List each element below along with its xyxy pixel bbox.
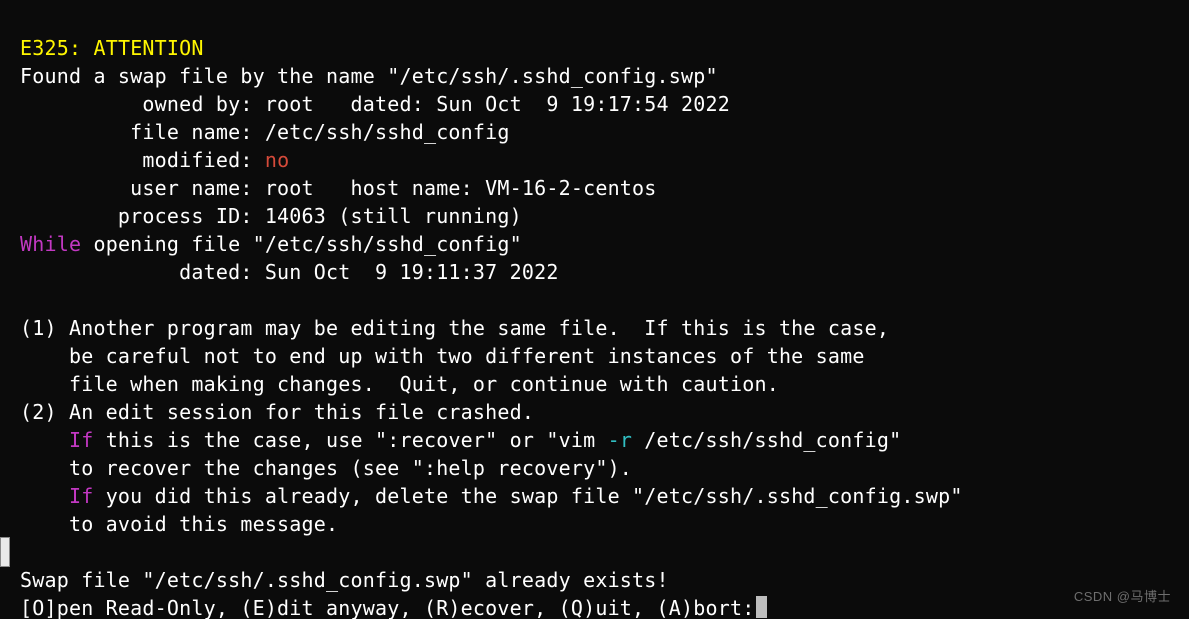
swap-exists-line: Swap file "/etc/ssh/.sshd_config.swp" al… — [20, 568, 669, 592]
reason-2-line-c: to recover the changes (see ":help recov… — [20, 456, 632, 480]
reason-2-line-d: you did this already, delete the swap fi… — [93, 484, 962, 508]
owned-by-line: owned by: root dated: Sun Oct 9 19:17:54… — [20, 92, 730, 116]
watermark-text: CSDN @马博士 — [1074, 583, 1171, 611]
if-keyword-2: If — [69, 484, 93, 508]
process-id-line: process ID: 14063 (still running) — [20, 204, 522, 228]
reason-1-line-a: (1) Another program may be editing the s… — [20, 316, 889, 340]
reason-1-line-c: file when making changes. Quit, or conti… — [20, 372, 779, 396]
vim-swap-warning-terminal[interactable]: E325: ATTENTION Found a swap file by the… — [0, 0, 1189, 619]
reason-2-mid: this is the case, use ":recover" or "vim — [93, 428, 607, 452]
modified-label: modified: — [20, 148, 265, 172]
attention-word: ATTENTION — [93, 36, 203, 60]
reason-2-pad-b — [20, 428, 69, 452]
reason-2-line-a: (2) An edit session for this file crashe… — [20, 400, 534, 424]
action-prompt[interactable]: [O]pen Read-Only, (E)dit anyway, (R)ecov… — [20, 596, 754, 619]
reason-1-line-b: be careful not to end up with two differ… — [20, 344, 865, 368]
if-keyword-1: If — [69, 428, 93, 452]
reason-2-pad-d — [20, 484, 69, 508]
while-rest: opening file "/etc/ssh/sshd_config" — [81, 232, 522, 256]
reason-2-line-e: to avoid this message. — [20, 512, 338, 536]
modified-value: no — [265, 148, 289, 172]
file-name-line: file name: /etc/ssh/sshd_config — [20, 120, 510, 144]
found-swap-line: Found a swap file by the name "/etc/ssh/… — [20, 64, 718, 88]
user-host-line: user name: root host name: VM-16-2-cento… — [20, 176, 657, 200]
while-keyword: While — [20, 232, 81, 256]
reason-2-end: /etc/ssh/sshd_config" — [632, 428, 901, 452]
scrollbar-handle[interactable] — [0, 537, 10, 567]
cursor-icon — [756, 596, 767, 618]
error-code: E325: — [20, 36, 81, 60]
dash-r-flag: -r — [608, 428, 632, 452]
dated-line-2: dated: Sun Oct 9 19:11:37 2022 — [20, 260, 559, 284]
